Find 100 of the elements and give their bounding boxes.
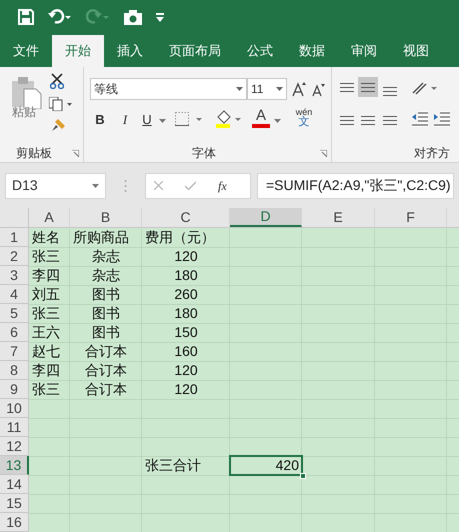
caret-icon (236, 87, 243, 91)
table-cell[interactable]: 420 (276, 455, 299, 476)
customize-icon[interactable] (156, 11, 164, 23)
column-header[interactable]: D (230, 208, 302, 227)
undo-icon[interactable] (48, 9, 72, 25)
group-label: 字体 (192, 145, 216, 162)
row-header[interactable]: 10 (0, 399, 29, 418)
table-cell[interactable]: 张三 (32, 303, 60, 324)
fill-handle[interactable] (300, 473, 306, 479)
table-cell[interactable]: 杂志 (92, 265, 120, 286)
font-color-button[interactable]: A (252, 108, 270, 128)
column-header[interactable]: B (70, 208, 142, 227)
brush-icon[interactable] (52, 119, 65, 132)
font-size-value: 11 (251, 81, 264, 98)
increase-indent-icon[interactable] (434, 112, 450, 126)
row-header[interactable]: 2 (0, 247, 29, 266)
row-header[interactable]: 5 (0, 304, 29, 323)
ribbon-tab[interactable]: 公式 (234, 35, 286, 67)
table-cell[interactable]: 杂志 (92, 246, 120, 267)
table-cell[interactable]: 160 (174, 341, 198, 362)
table-cell[interactable]: 赵七 (32, 341, 60, 362)
phonetic-top: wén (296, 107, 312, 117)
row-header[interactable]: 13 (0, 456, 29, 475)
fill-color-icon[interactable] (214, 109, 242, 128)
dialog-launcher-icon[interactable] (72, 150, 79, 157)
table-cell[interactable]: 费用（元） (145, 227, 215, 248)
grip-icon[interactable] (124, 178, 127, 192)
ribbon-tab[interactable]: 数据 (286, 35, 338, 67)
ribbon-tab[interactable]: 文件 (0, 35, 52, 67)
table-cell[interactable]: 150 (174, 322, 198, 343)
ribbon-tab[interactable]: 审阅 (338, 35, 390, 67)
shrink-font-icon[interactable] (312, 83, 325, 97)
copy-icon[interactable] (49, 97, 73, 111)
row-header[interactable]: 3 (0, 266, 29, 285)
caret-icon (276, 87, 283, 91)
row-header[interactable]: 15 (0, 494, 29, 513)
ribbon-tab[interactable]: 页面布局 (156, 35, 234, 67)
table-cell[interactable]: 120 (174, 246, 198, 267)
font-name-dropdown[interactable]: 等线 (90, 78, 247, 100)
border-icon[interactable] (175, 112, 203, 126)
row-header[interactable]: 16 (0, 513, 29, 532)
caret-icon[interactable] (274, 119, 281, 123)
row-header[interactable]: 12 (0, 437, 29, 456)
table-cell[interactable]: 260 (174, 284, 198, 305)
row-header[interactable]: 6 (0, 323, 29, 342)
row-header[interactable]: 14 (0, 475, 29, 494)
table-cell[interactable]: 180 (174, 265, 198, 286)
paste-button-label[interactable]: 粘贴 (12, 103, 36, 121)
orientation-icon[interactable] (412, 81, 438, 95)
table-cell[interactable]: 120 (174, 360, 198, 381)
table-cell[interactable]: 李四 (32, 360, 60, 381)
table-cell[interactable]: 王六 (32, 322, 60, 343)
caret-icon[interactable] (159, 119, 166, 123)
bold-button[interactable]: B (92, 110, 108, 130)
scissors-icon[interactable] (50, 73, 64, 89)
column-header[interactable]: A (29, 208, 70, 227)
group-label: 剪贴板 (16, 145, 52, 162)
table-cell[interactable]: 图书 (92, 322, 120, 343)
ribbon-tab[interactable]: 插入 (104, 35, 156, 67)
row-header[interactable]: 4 (0, 285, 29, 304)
ribbon-tab[interactable]: 视图 (390, 35, 442, 67)
table-cell[interactable]: 合订本 (85, 379, 127, 400)
phonetic-button[interactable]: wén 文 (293, 107, 315, 131)
underline-button[interactable]: U (139, 110, 155, 130)
table-cell[interactable]: 所购商品 (73, 227, 129, 248)
group-label: 对齐方 (414, 145, 450, 162)
column-header[interactable]: F (375, 208, 447, 227)
font-size-dropdown[interactable]: 11 (247, 78, 287, 100)
ribbon-tab[interactable]: 开始 (52, 35, 104, 67)
row-header[interactable]: 1 (0, 228, 29, 247)
table-cell[interactable]: 120 (174, 379, 198, 400)
table-cell[interactable]: 图书 (92, 284, 120, 305)
table-cell[interactable]: 姓名 (32, 227, 60, 248)
table-cell[interactable]: 图书 (92, 303, 120, 324)
phonetic-bottom: 文 (298, 117, 310, 127)
grow-font-icon[interactable] (292, 81, 306, 97)
camera-icon[interactable] (124, 10, 142, 24)
decrease-indent-icon[interactable] (412, 112, 428, 126)
row-header[interactable]: 9 (0, 380, 29, 399)
table-cell[interactable]: 180 (174, 303, 198, 324)
middle-align-button[interactable] (358, 77, 378, 97)
formula-field[interactable]: =SUMIF(A2:A9,"张三",C2:C9) (257, 172, 454, 198)
name-box[interactable]: D13 (5, 172, 106, 198)
insert-function-button[interactable]: fx (218, 176, 227, 194)
column-header[interactable]: E (302, 208, 375, 227)
caret-icon (92, 184, 99, 188)
table-cell[interactable]: 李四 (32, 265, 60, 286)
row-header[interactable]: 8 (0, 361, 29, 380)
table-cell[interactable]: 合订本 (85, 341, 127, 362)
table-cell[interactable]: 张三合计 (145, 455, 201, 476)
italic-button[interactable]: I (117, 110, 133, 130)
font-name-value: 等线 (94, 81, 118, 98)
table-cell[interactable]: 张三 (32, 246, 60, 267)
table-cell[interactable]: 刘五 (32, 284, 60, 305)
table-cell[interactable]: 张三 (32, 379, 60, 400)
save-icon[interactable] (18, 9, 34, 25)
row-header[interactable]: 11 (0, 418, 29, 437)
table-cell[interactable]: 合订本 (85, 360, 127, 381)
dialog-launcher-icon[interactable] (320, 150, 327, 157)
row-header[interactable]: 7 (0, 342, 29, 361)
